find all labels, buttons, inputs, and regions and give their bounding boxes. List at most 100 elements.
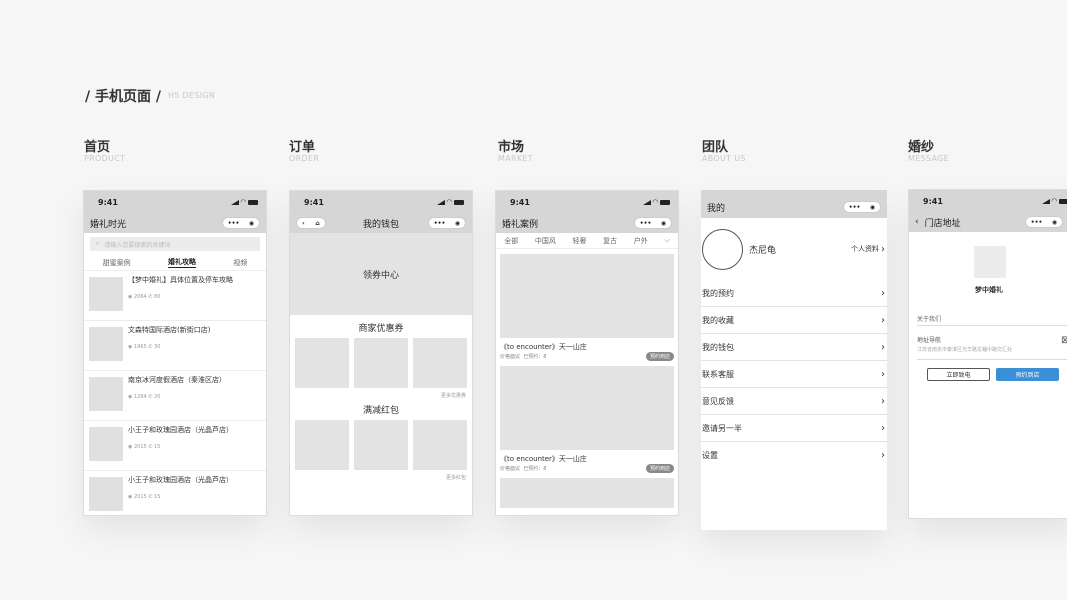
case-card[interactable]: 《to encounter》天一山庄 价格面议 已预约：8 预约到店 [500,361,674,473]
more-icon[interactable]: ••• [434,220,446,227]
red-packet-title: 满减红包 [362,406,399,416]
red-packet-card[interactable] [295,420,349,470]
status-time: 9:41 [923,196,943,206]
close-target-icon[interactable]: ◉ [249,220,254,227]
phone-home: 9:41 ◠ 婚礼时光 ••• ◉ ⌕ 请输入您要搜索的关键词 甜蜜案例 婚礼攻略… [83,190,267,516]
capsule-menu[interactable]: ••• ◉ [1025,216,1063,228]
red-packet-card[interactable] [354,420,408,470]
list-item[interactable]: 小王子和玫瑰园酒店（光晶芦店） ◉ 2015 ✆ 15 [84,421,266,471]
menu-invite-partner[interactable]: 邀请另一半 › [701,415,887,442]
case-title: 《to encounter》天一山庄 [500,343,587,351]
chevron-right-icon: › [881,314,885,326]
section-subheading: H5 DESIGN [168,91,216,100]
chevron-right-icon: › [881,368,885,380]
back-icon[interactable]: ‹ [915,217,919,227]
list-item[interactable]: 【梦中婚礼】具体位置及停车攻略 ◉ 2064 ✆ 80 [84,271,266,321]
coupon-card[interactable] [354,338,408,388]
close-target-icon[interactable]: ◉ [1052,219,1057,226]
back-home-capsule[interactable]: ‹ ⌂ [296,217,326,229]
menu-customer-service[interactable]: 联系客服 › [701,361,887,388]
col-sub-order: ORDER [289,154,320,163]
tab-sweet-cases[interactable]: 甜蜜案例 [103,258,131,268]
phone-order: 9:41 ◠ ‹ ⌂ 我的钱包 ••• ◉ 领券中心 商家优惠券 更多优惠券 满减红… [289,190,473,516]
tab-chinese[interactable]: 中国风 [535,236,556,246]
menu-label: 我的钱包 [702,342,734,352]
article-list: 【梦中婚礼】具体位置及停车攻略 ◉ 2064 ✆ 80 文森特国际酒店(新街口店)… [84,271,266,515]
capsule-menu[interactable]: ••• ◉ [222,217,260,229]
about-us-label: 关于我们 [917,316,942,323]
menu-my-wallet[interactable]: 我的钱包 › [701,334,887,361]
tab-video[interactable]: 视频 [233,258,247,268]
capsule-menu[interactable]: ••• ◉ [428,217,466,229]
more-icon[interactable]: ••• [849,204,861,211]
item-meta: ◉ 2015 ✆ 15 [128,444,161,450]
book-visit-badge[interactable]: 预约到店 [645,464,674,473]
coupon-center-banner[interactable]: 领券中心 [290,233,472,315]
thumbnail [89,327,123,361]
capsule-menu[interactable]: ••• ◉ [634,217,672,229]
coupon-card[interactable] [413,338,467,388]
menu-label: 设置 [702,451,718,460]
col-sub-team: ABOUT US [702,154,746,163]
list-item[interactable]: 南京冰河度假酒店（秦淮区店） ◉ 1264 ✆ 20 [84,371,266,421]
menu-feedback[interactable]: 意见反馈 › [701,388,887,415]
more-icon[interactable]: ••• [228,220,240,227]
coupon-card[interactable] [295,338,349,388]
menu-my-favorites[interactable]: 我的收藏 › [701,307,887,334]
status-bar: 9:41 ◠ [290,191,472,213]
col-sub-home: PRODUCT [84,154,126,163]
profile-link[interactable]: 个人资料 [851,244,879,254]
close-target-icon[interactable]: ◉ [870,204,875,211]
tab-retro[interactable]: 复古 [603,236,617,246]
tab-wedding-guide[interactable]: 婚礼攻略 [167,257,196,268]
item-meta: ◉ 1965 ✆ 30 [128,344,161,350]
signal-icon [230,199,239,205]
more-red-packets-link[interactable]: 更多红包 [290,474,472,481]
call-now-button[interactable]: 立即致电 [927,368,990,381]
close-target-icon[interactable]: ◉ [455,220,460,227]
menu-label: 我的预约 [702,288,734,298]
battery-icon [248,199,258,205]
case-card[interactable] [500,473,674,508]
red-packet-card[interactable] [413,420,467,470]
status-icons: ◠ [642,198,670,206]
chevron-right-icon: › [881,422,885,434]
about-us-row[interactable]: 关于我们› [917,314,1067,326]
case-meta-row: 价格面议 已预约：8 预约到店 [500,352,674,361]
tab-all[interactable]: 全部 [504,236,518,246]
tab-outdoor[interactable]: 户外 [634,236,648,246]
item-title: 南京冰河度假酒店（秦淮区店） [128,376,226,384]
case-price: 价格面议 [500,354,521,360]
profile-row[interactable]: 杰尼龟 个人资料 › [701,218,887,280]
more-icon[interactable]: ••• [1031,219,1043,226]
col-title-home: 首页 [84,140,111,155]
menu-my-bookings[interactable]: 我的预约 › [701,280,887,307]
nav-bar: 婚礼时光 ••• ◉ [84,213,266,233]
list-item[interactable]: 小王子和玫瑰园酒店（光晶芦店） ◉ 2015 ✆ 15 [84,471,266,515]
item-meta: ◉ 2064 ✆ 80 [128,294,161,300]
case-price: 价格面议 [500,466,521,472]
search-input[interactable]: ⌕ 请输入您要搜索的关键词 [90,237,260,251]
more-icon[interactable]: ••• [640,220,652,227]
book-visit-button[interactable]: 预约到店 [996,368,1059,381]
nav-bar: ‹ ⌂ 我的钱包 ••• ◉ [290,213,472,233]
list-item[interactable]: 文森特国际酒店(新街口店) ◉ 1965 ✆ 30 [84,321,266,371]
map-icon[interactable]: ⊠ [1061,335,1067,353]
case-card[interactable]: 《to encounter》天一山庄 价格面议 已预约：8 预约到店 [500,249,674,361]
capsule-menu[interactable]: ••• ◉ [843,201,881,213]
case-image [500,478,674,508]
close-target-icon[interactable]: ◉ [661,220,666,227]
book-visit-badge[interactable]: 预约到店 [645,352,674,361]
chevron-down-icon[interactable]: ⌵ [664,236,669,245]
more-coupons-link[interactable]: 更多优惠券 [290,392,472,399]
section-heading: / 手机页面 / [85,89,161,105]
back-icon[interactable]: ‹ [302,220,304,227]
tab-light-luxury[interactable]: 轻奢 [573,236,587,246]
address-row[interactable]: 地址导航 江苏省南京市秦淮区光华路龙蟠中路交汇处 ⊠ [917,335,1067,353]
store-logo [974,246,1006,278]
thumbnail [89,277,123,311]
merchant-coupon-grid [290,338,472,388]
home-icon[interactable]: ⌂ [315,220,319,227]
menu-settings[interactable]: 设置 › [701,442,887,469]
action-buttons: 立即致电 预约到店 [927,368,1067,381]
